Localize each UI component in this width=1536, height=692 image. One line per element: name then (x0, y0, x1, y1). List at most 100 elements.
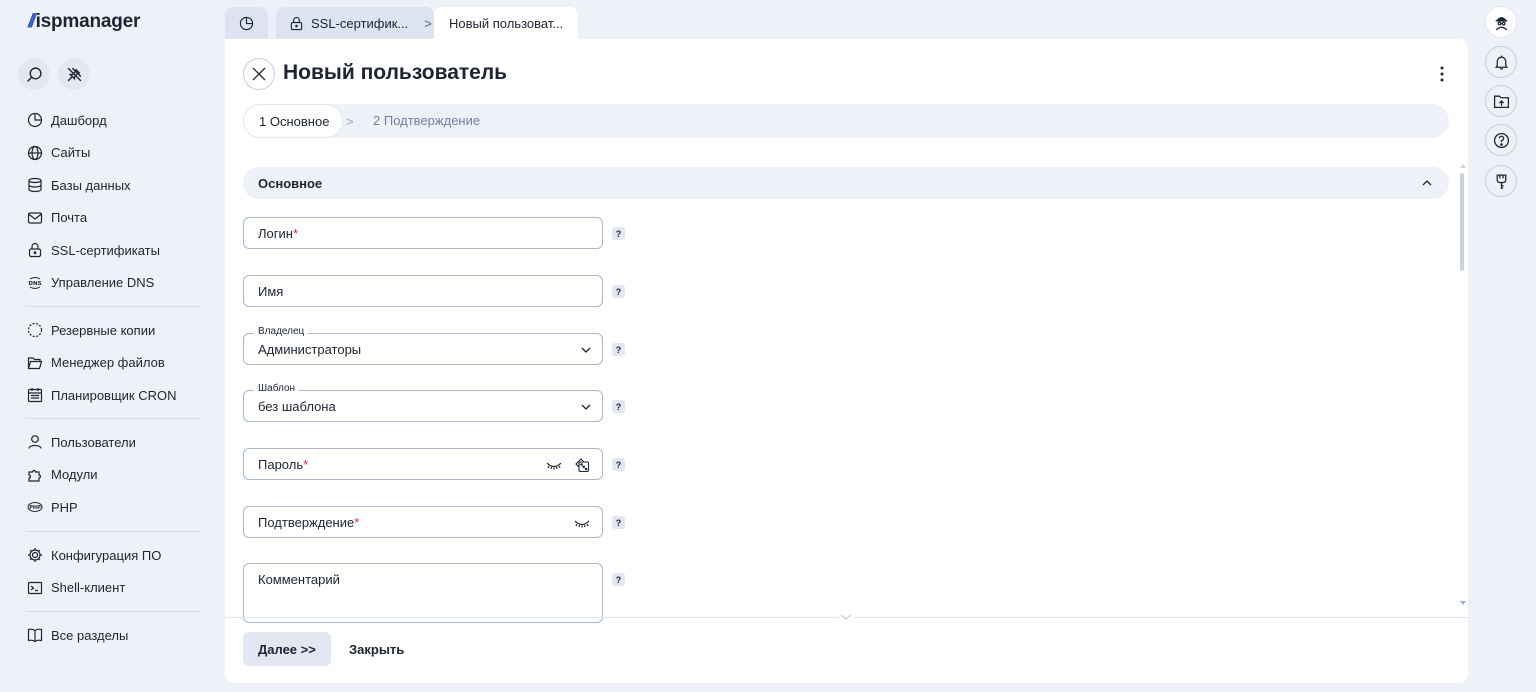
upload-folder-button[interactable] (1485, 85, 1517, 117)
sidebar-item-backups[interactable]: Резервные копии (26, 314, 201, 347)
license-button[interactable] (1485, 165, 1517, 197)
template-select[interactable]: Шаблон без шаблона (243, 383, 603, 422)
logo-text: ispmanager (35, 11, 141, 32)
globe-icon (26, 144, 43, 161)
step-confirmation[interactable]: 2 Подтверждение (373, 113, 480, 128)
sidebar-item-dashboard[interactable]: Дашборд (26, 104, 201, 137)
pin-toggle-button[interactable] (58, 58, 90, 90)
eye-closed-icon[interactable] (546, 461, 562, 471)
sidebar-item-databases[interactable]: Базы данных (26, 169, 201, 202)
sidebar-item-file-manager[interactable]: Менеджер файлов (26, 347, 201, 380)
sidebar-divider (26, 531, 201, 532)
login-help-button[interactable]: ? (612, 227, 625, 240)
search-button[interactable] (18, 58, 50, 90)
password-placeholder: Пароль* (258, 457, 308, 472)
terminal-icon (26, 579, 43, 596)
sidebar-item-cron[interactable]: Планировщик CRON (26, 379, 201, 412)
nav-group-config: Конфигурация ПО Shell-клиент (26, 539, 201, 604)
template-help-button[interactable]: ? (612, 400, 625, 413)
login-field[interactable]: Логин* (243, 217, 603, 249)
field-label: Имя (258, 284, 284, 299)
sidebar-item-label: Модули (51, 467, 98, 483)
chevron-down-icon (581, 404, 591, 410)
section-header-basic[interactable]: Основное (243, 167, 1449, 199)
field-label: Шаблон (254, 383, 300, 394)
user-avatar-button[interactable] (1485, 6, 1517, 38)
sidebar-item-ssl[interactable]: SSL-сертификаты (26, 234, 201, 267)
sidebar-item-modules[interactable]: Модули (26, 459, 201, 492)
breadcrumb-separator: > (424, 15, 432, 31)
close-form-button[interactable] (243, 58, 275, 90)
gear-icon (26, 547, 43, 564)
sidebar-item-label: Менеджер файлов (51, 355, 165, 371)
pin-off-icon (67, 67, 81, 81)
logo-mark: // (28, 11, 35, 32)
step-basic[interactable]: 1 Основное (243, 104, 343, 138)
eye-closed-icon[interactable] (574, 519, 590, 529)
login-placeholder: Логин* (258, 226, 298, 241)
sidebar-item-all-sections[interactable]: Все разделы (26, 619, 201, 652)
key-icon (1496, 173, 1506, 189)
tab-new-user[interactable]: Новый пользоват... (434, 7, 578, 39)
scroll-down-arrow[interactable] (1460, 601, 1466, 605)
template-value: без шаблона (258, 399, 336, 414)
sidebar-item-users[interactable]: Пользователи (26, 426, 201, 459)
owner-help-button[interactable]: ? (612, 343, 625, 356)
field-label: Комментарий (258, 572, 340, 587)
scroll-up-arrow[interactable] (1460, 164, 1466, 168)
sidebar-item-mail[interactable]: Почта (26, 202, 201, 235)
sidebar-item-sites[interactable]: Сайты (26, 137, 201, 170)
tab-label: SSL-сертифик... (311, 15, 409, 31)
section-title: Основное (258, 175, 323, 191)
help-icon (1493, 132, 1509, 148)
tab-ssl-certificates[interactable]: SSL-сертифик... > (276, 7, 434, 39)
avatar-icon (1495, 16, 1507, 30)
owner-select[interactable]: Владелец Администраторы (243, 326, 603, 365)
sidebar-item-software-config[interactable]: Конфигурация ПО (26, 539, 201, 572)
form-panel: Новый пользователь 1 Основное > 2 Подтве… (225, 39, 1468, 683)
sidebar-item-label: Все разделы (51, 627, 129, 643)
password-confirm-field[interactable]: Подтверждение* (243, 506, 603, 538)
sidebar-item-label: Резервные копии (51, 322, 156, 338)
chevron-down-icon[interactable] (839, 612, 853, 622)
next-button[interactable]: Далее >> (243, 632, 331, 666)
step-number: 1 (259, 113, 267, 129)
sidebar-divider (26, 611, 201, 612)
chevron-up-icon (1422, 180, 1432, 186)
notifications-button[interactable] (1485, 46, 1517, 78)
folder-upload-icon (1493, 95, 1509, 108)
step-number: 2 (373, 113, 381, 128)
sidebar-item-label: PHP (51, 499, 78, 515)
sidebar-item-php[interactable]: PHP PHP (26, 491, 201, 524)
generate-password-icon[interactable] (574, 457, 590, 473)
book-icon (26, 627, 43, 644)
comment-textarea[interactable]: Комментарий (243, 563, 603, 623)
more-menu-button[interactable] (1432, 63, 1452, 85)
sidebar-item-label: Планировщик CRON (51, 387, 177, 403)
name-field[interactable]: Имя (243, 275, 603, 307)
name-help-button[interactable]: ? (612, 285, 625, 298)
field-label: Логин (258, 226, 293, 241)
password-field[interactable]: Пароль* (243, 448, 603, 480)
sidebar-item-label: Управление DNS (51, 275, 155, 291)
sidebar-item-shell[interactable]: Shell-клиент (26, 572, 201, 605)
form-footer: Далее >> Закрыть (225, 612, 1468, 683)
close-button[interactable]: Закрыть (349, 632, 404, 666)
chevron-down-icon (581, 347, 591, 353)
sidebar-item-label: SSL-сертификаты (51, 242, 160, 258)
kebab-icon (1440, 66, 1444, 82)
comment-help-button[interactable]: ? (612, 573, 625, 586)
scrollbar-thumb[interactable] (1460, 173, 1464, 271)
step-label: Подтверждение (383, 113, 481, 128)
password-help-button[interactable]: ? (612, 458, 625, 471)
tab-dashboard[interactable] (225, 7, 268, 39)
sidebar-item-label: Сайты (51, 145, 91, 161)
logo[interactable]: //ispmanager (28, 11, 140, 33)
help-button[interactable] (1485, 124, 1517, 156)
database-icon (26, 177, 43, 194)
sidebar-item-label: Базы данных (51, 177, 131, 193)
sidebar-item-label: Пользователи (51, 434, 136, 450)
confirm-help-button[interactable]: ? (612, 516, 625, 529)
sidebar-item-dns[interactable]: DNS Управление DNS (26, 267, 201, 300)
sidebar-item-label: Shell-клиент (51, 580, 126, 596)
